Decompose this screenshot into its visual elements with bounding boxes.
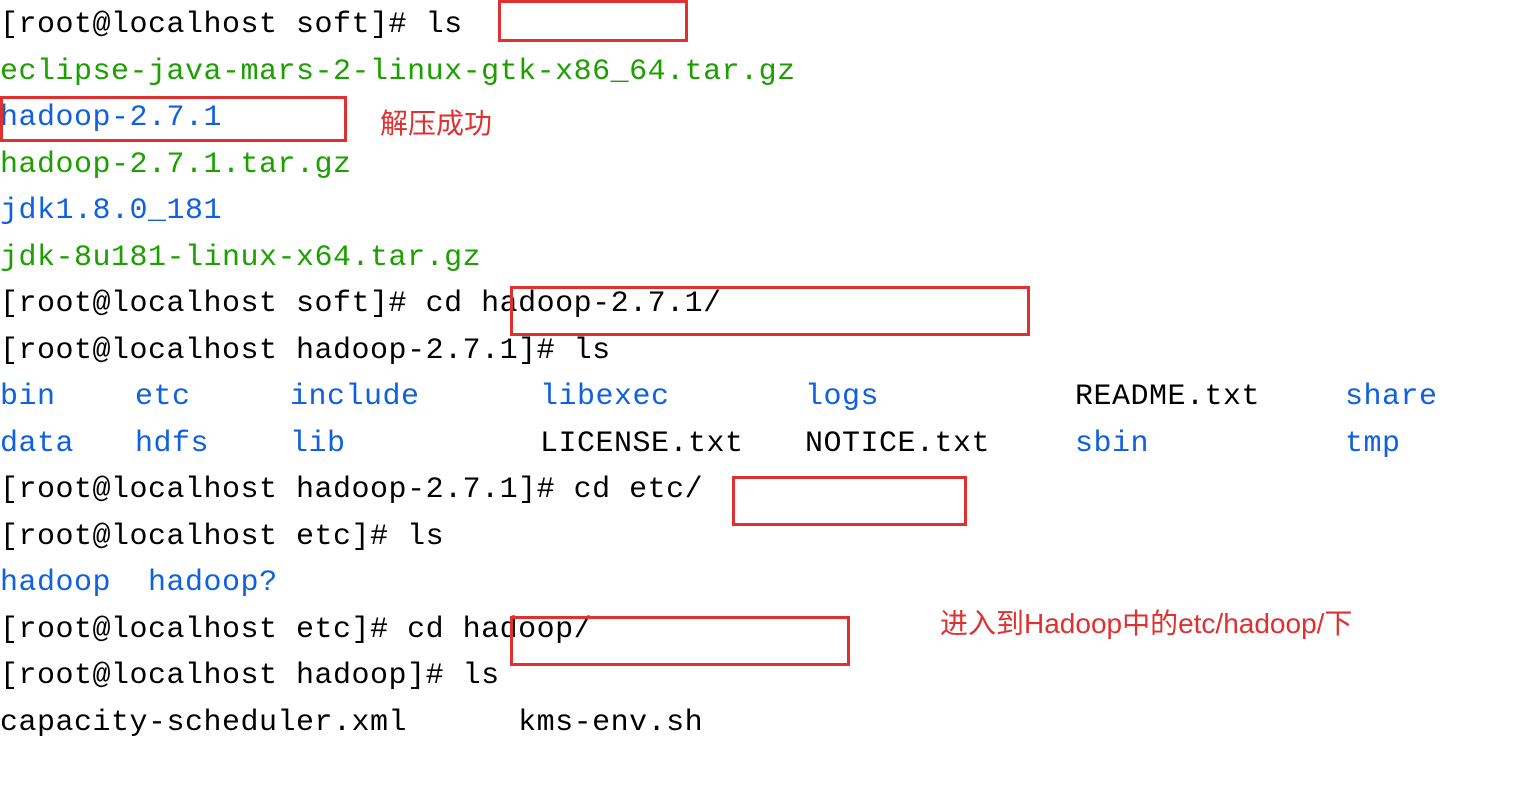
file-name: README.txt: [1075, 374, 1345, 421]
terminal-line: [root@localhost etc]# ls: [0, 514, 1513, 561]
command-text: ls: [463, 659, 500, 693]
terminal-line: datahdfslibLICENSE.txtNOTICE.txtsbintmp: [0, 421, 1513, 468]
terminal-line: hadoop-2.7.1: [0, 95, 1513, 142]
directory-name: lib: [290, 421, 540, 468]
command-text: ls: [574, 334, 611, 368]
terminal-line: eclipse-java-mars-2-linux-gtk-x86_64.tar…: [0, 49, 1513, 96]
command-text: cd hadoop-2.7.1/: [426, 287, 722, 321]
directory-name: include: [290, 374, 540, 421]
prompt-text: [root@localhost etc]#: [0, 613, 407, 647]
directory-name: hdfs: [135, 421, 290, 468]
file-name: LICENSE.txt: [540, 421, 805, 468]
terminal-line: jdk-8u181-linux-x64.tar.gz: [0, 235, 1513, 282]
directory-name: hadoop: [0, 566, 111, 600]
terminal-line: jdk1.8.0_181: [0, 188, 1513, 235]
terminal-output: [root@localhost soft]# ls eclipse-java-m…: [0, 2, 1513, 746]
prompt-text: [root@localhost hadoop]#: [0, 659, 463, 693]
terminal-line: hadoop hadoop?: [0, 560, 1513, 607]
terminal-line: [root@localhost hadoop-2.7.1]# cd etc/: [0, 467, 1513, 514]
terminal-line: binetcincludelibexeclogsREADME.txtshare: [0, 374, 1513, 421]
prompt-text: [root@localhost soft]#: [0, 287, 426, 321]
directory-name: hadoop-2.7.1: [0, 101, 222, 135]
terminal-line: [root@localhost hadoop-2.7.1]# ls: [0, 328, 1513, 375]
directory-name: hadoop?: [148, 566, 278, 600]
file-archive: eclipse-java-mars-2-linux-gtk-x86_64.tar…: [0, 55, 796, 89]
file-archive: hadoop-2.7.1.tar.gz: [0, 148, 352, 182]
terminal-line: [root@localhost soft]# ls: [0, 2, 1513, 49]
directory-name: tmp: [1345, 421, 1401, 468]
file-archive: jdk-8u181-linux-x64.tar.gz: [0, 241, 481, 275]
terminal-line: hadoop-2.7.1.tar.gz: [0, 142, 1513, 189]
terminal-line: [root@localhost soft]# cd hadoop-2.7.1/: [0, 281, 1513, 328]
annotation-text: 进入到Hadoop中的etc/hadoop/下: [940, 602, 1352, 645]
directory-name: logs: [805, 374, 1075, 421]
terminal-line: capacity-scheduler.xml kms-env.sh: [0, 700, 1513, 747]
directory-name: share: [1345, 374, 1438, 421]
command-text: ls: [407, 520, 444, 554]
directory-name: etc: [135, 374, 290, 421]
terminal-line: [root@localhost hadoop]# ls: [0, 653, 1513, 700]
prompt-text: [root@localhost soft]#: [0, 8, 426, 42]
command-text: ls: [426, 8, 463, 42]
command-text: cd etc/: [574, 473, 704, 507]
directory-name: sbin: [1075, 421, 1345, 468]
file-name: kms-env.sh: [518, 706, 703, 740]
file-name: NOTICE.txt: [805, 421, 1075, 468]
command-text: cd hadoop/: [407, 613, 592, 647]
directory-name: jdk1.8.0_181: [0, 194, 222, 228]
prompt-text: [root@localhost hadoop-2.7.1]#: [0, 334, 574, 368]
directory-name: data: [0, 421, 135, 468]
prompt-text: [root@localhost hadoop-2.7.1]#: [0, 473, 574, 507]
file-name: capacity-scheduler.xml: [0, 706, 407, 740]
directory-name: libexec: [540, 374, 805, 421]
directory-name: bin: [0, 374, 135, 421]
prompt-text: [root@localhost etc]#: [0, 520, 407, 554]
annotation-text: 解压成功: [380, 102, 492, 145]
